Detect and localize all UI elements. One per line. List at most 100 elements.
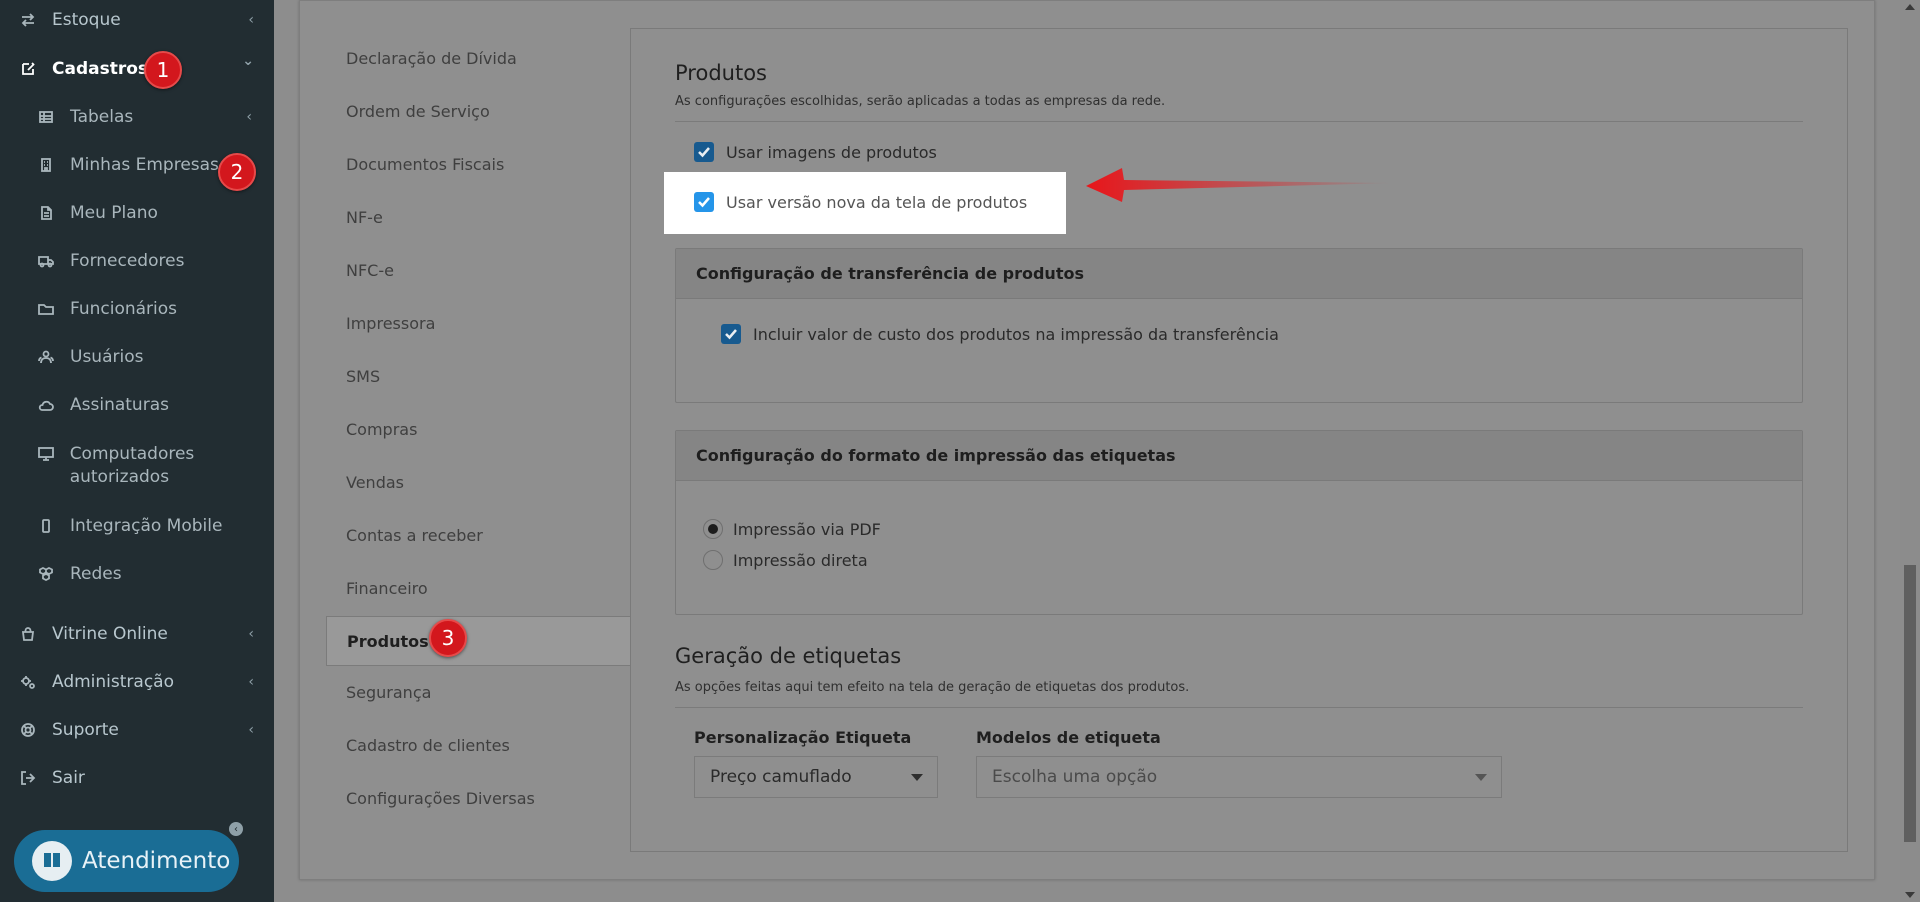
shopping-bag-icon [20, 626, 52, 642]
tab-ordem-de-servico[interactable]: Ordem de Serviço [326, 87, 631, 135]
sidebar-item-meu-plano[interactable]: Meu Plano [38, 203, 258, 223]
scrollbar-thumb[interactable] [1904, 565, 1916, 842]
sidebar-item-redes[interactable]: Redes [38, 564, 258, 584]
checkbox-incluir-valor-custo[interactable]: Incluir valor de custo dos produtos na i… [721, 324, 1279, 344]
sidebar-item-label: Sair [52, 768, 85, 788]
sidebar-item-label: Tabelas [70, 107, 134, 127]
card-title: Configuração do formato de impressão das… [676, 431, 1802, 481]
sidebar-item-label: Cadastros [52, 59, 149, 79]
tab-documentos-fiscais[interactable]: Documentos Fiscais [326, 140, 631, 188]
sidebar-item-label: Vitrine Online [52, 624, 168, 644]
sidebar-item-label: Suporte [52, 720, 119, 740]
checkbox-usar-imagens[interactable]: Usar imagens de produtos [694, 142, 937, 162]
sidebar-item-fornecedores[interactable]: Fornecedores [38, 251, 258, 271]
tab-nfce[interactable]: NFC-e [326, 246, 631, 294]
atendimento-label: Atendimento [82, 848, 231, 874]
tab-compras[interactable]: Compras [326, 405, 631, 453]
sidebar-item-label: Computadores autorizados [69, 444, 195, 487]
sidebar-item-tabelas[interactable]: Tabelas ‹ [38, 107, 258, 127]
sidebar-item-sair[interactable]: Sair [20, 768, 260, 788]
section-title-geracao: Geração de etiquetas [675, 644, 902, 668]
chat-book-icon [32, 841, 72, 881]
sidebar-item-suporte[interactable]: Suporte ‹ [20, 720, 260, 740]
sidebar-item-label: Redes [70, 564, 122, 584]
tab-vendas[interactable]: Vendas [326, 458, 631, 506]
tab-impressora[interactable]: Impressora [326, 299, 631, 347]
select-modelos-etiqueta[interactable]: Escolha uma opção [976, 756, 1502, 798]
lifebuoy-icon [20, 722, 52, 738]
chevron-down-icon: ⌄ [242, 53, 254, 69]
divider [675, 707, 1803, 708]
tab-declaracao-de-divida[interactable]: Declaração de Dívida [326, 34, 631, 82]
checkbox-checked-icon [694, 142, 714, 162]
radio-label: Impressão direta [733, 550, 868, 570]
sidebar: Estoque ‹ Cadastros ⌄ Tabelas ‹ Minhas E… [0, 0, 274, 902]
select-personalizacao-etiqueta[interactable]: Preço camuflado [694, 756, 938, 798]
chevron-left-icon: ‹ [248, 12, 254, 28]
sidebar-item-label: Integração Mobile [70, 516, 223, 536]
radio-impressao-pdf[interactable]: Impressão via PDF [703, 519, 881, 539]
radio-impressao-direta[interactable]: Impressão direta [703, 550, 868, 570]
card-title: Configuração de transferência de produto… [676, 249, 1802, 299]
transfer-config-card: Configuração de transferência de produto… [675, 248, 1803, 403]
label-personalizacao: Personalização Etiqueta [694, 728, 912, 747]
edit-icon [20, 61, 52, 77]
chevron-left-icon: ‹ [248, 626, 254, 642]
tab-configuracoes-diversas[interactable]: Configurações Diversas [326, 774, 631, 822]
step-badge-3: 3 [429, 619, 467, 657]
file-icon [38, 205, 70, 221]
checkbox-label: Incluir valor de custo dos produtos na i… [753, 324, 1279, 344]
tab-contas-a-receber[interactable]: Contas a receber [326, 511, 631, 559]
sidebar-item-integracao-mobile[interactable]: Integração Mobile [38, 516, 258, 536]
sidebar-item-label: Meu Plano [70, 203, 158, 223]
sidebar-item-label: Fornecedores [70, 251, 185, 271]
scroll-up-icon[interactable] [1905, 4, 1915, 10]
exchange-icon [20, 12, 52, 28]
radio-unselected-icon [703, 550, 723, 570]
chevron-left-icon: ‹ [246, 109, 252, 125]
highlight-box: Usar versão nova da tela de produtos [664, 172, 1066, 234]
sign-out-icon [20, 770, 52, 786]
checkbox-checked-icon [694, 192, 714, 212]
label-modelos-etiqueta: Modelos de etiqueta [976, 728, 1161, 747]
cloud-icon [38, 397, 70, 413]
page-scrollbar[interactable] [1900, 0, 1920, 902]
chevron-left-icon: ‹ [248, 722, 254, 738]
checkbox-label: Usar versão nova da tela de produtos [726, 192, 1028, 212]
sidebar-item-computadores-autorizados[interactable]: Computadores autorizados [38, 443, 238, 489]
divider [675, 121, 1803, 122]
atendimento-button[interactable]: Atendimento [14, 830, 239, 892]
tab-seguranca[interactable]: Segurança [326, 668, 631, 716]
sidebar-item-cadastros[interactable]: Cadastros ⌄ [20, 53, 260, 79]
sidebar-item-estoque[interactable]: Estoque ‹ [20, 10, 260, 30]
desktop-icon [38, 446, 70, 462]
building-icon [38, 157, 70, 173]
sidebar-item-label: Assinaturas [70, 395, 169, 415]
checkbox-checked-icon [721, 324, 741, 344]
tab-sms[interactable]: SMS [326, 352, 631, 400]
tab-produtos[interactable]: Produtos [326, 616, 631, 666]
sidebar-item-usuarios[interactable]: Usuários [38, 347, 258, 367]
sidebar-item-label: Minhas Empresas [70, 155, 219, 175]
section-description: As configurações escolhidas, serão aplic… [675, 94, 1166, 109]
truck-icon [38, 253, 70, 269]
scroll-down-icon[interactable] [1905, 892, 1915, 898]
step-badge-1: 1 [144, 51, 182, 89]
sidebar-item-vitrine-online[interactable]: Vitrine Online ‹ [20, 624, 260, 644]
tab-financeiro[interactable]: Financeiro [326, 564, 631, 612]
folder-icon [38, 301, 70, 317]
select-value: Preço camuflado [710, 767, 852, 787]
tab-cadastro-de-clientes[interactable]: Cadastro de clientes [326, 721, 631, 769]
sidebar-item-administracao[interactable]: Administração ‹ [20, 672, 260, 692]
section-title-produtos: Produtos [675, 61, 767, 85]
radio-label: Impressão via PDF [733, 519, 881, 539]
radio-selected-icon [703, 519, 723, 539]
checkbox-usar-versao-nova[interactable]: Usar versão nova da tela de produtos [694, 192, 1027, 212]
collapse-sidebar-icon[interactable]: ‹ [229, 822, 243, 836]
sidebar-item-assinaturas[interactable]: Assinaturas [38, 395, 258, 415]
tab-nfe[interactable]: NF-e [326, 193, 631, 241]
sidebar-item-funcionarios[interactable]: Funcionários [38, 299, 258, 319]
cubes-icon [38, 566, 70, 582]
step-badge-2: 2 [218, 153, 256, 191]
users-icon [38, 349, 70, 365]
